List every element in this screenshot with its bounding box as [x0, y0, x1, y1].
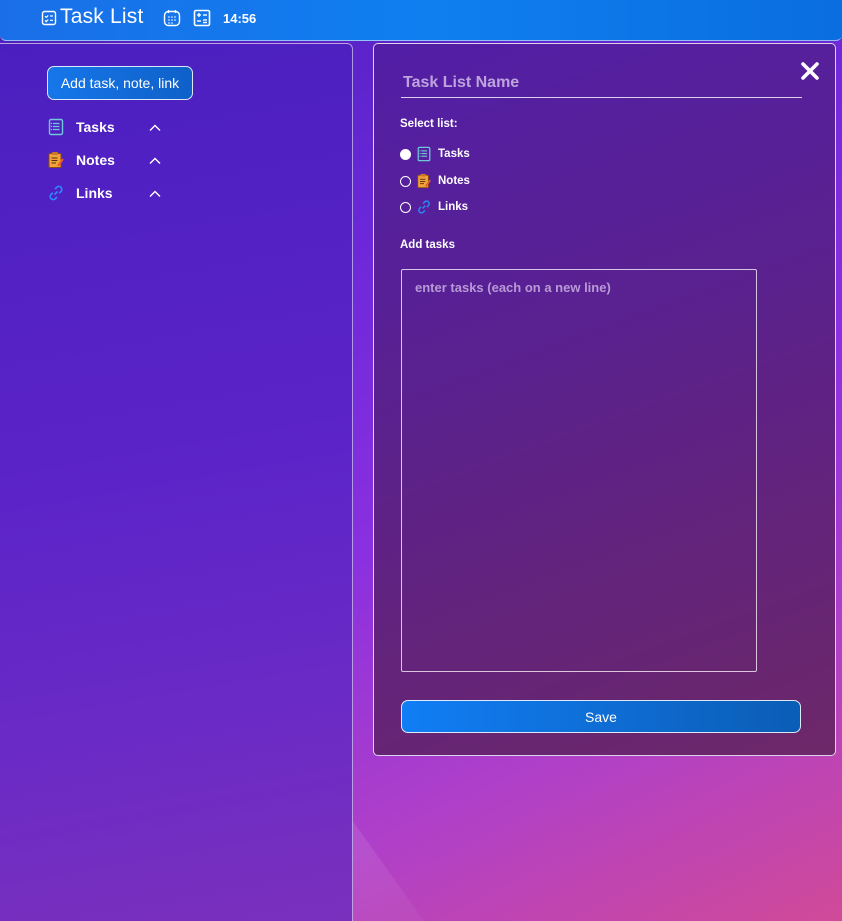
chevron-up-icon[interactable] — [148, 153, 162, 167]
sidebar: Add task, note, link Tasks Notes Links — [0, 43, 353, 921]
tasks-icon — [416, 146, 432, 162]
sidebar-item-tasks[interactable]: Tasks — [47, 116, 167, 138]
sidebar-item-links[interactable]: Links — [47, 182, 167, 204]
task-list-icon — [41, 10, 57, 26]
top-bar: Task List 14:56 — [0, 0, 842, 41]
add-item-button[interactable]: Add task, note, link — [47, 66, 193, 100]
radio-option-notes[interactable]: Notes — [400, 171, 470, 191]
calculator-icon[interactable] — [193, 9, 211, 27]
notes-icon — [416, 173, 432, 189]
save-button[interactable]: Save — [401, 700, 801, 733]
radio-button[interactable] — [400, 201, 411, 213]
radio-button[interactable] — [400, 148, 411, 160]
radio-label: Links — [438, 201, 469, 213]
radio-label: Notes — [438, 175, 470, 187]
app-title: Task List — [60, 5, 144, 28]
close-icon[interactable] — [799, 60, 821, 82]
sidebar-item-label: Notes — [76, 152, 115, 168]
background-shape — [352, 820, 424, 921]
tasks-icon — [47, 118, 65, 136]
radio-button[interactable] — [400, 175, 411, 187]
list-name-input[interactable] — [401, 68, 802, 98]
radio-option-links[interactable]: Links — [400, 197, 468, 217]
sidebar-item-label: Links — [76, 185, 113, 201]
radio-label: Tasks — [438, 148, 470, 160]
sidebar-item-notes[interactable]: Notes — [47, 149, 167, 171]
notes-icon — [47, 151, 65, 169]
sidebar-item-label: Tasks — [76, 119, 115, 135]
links-icon — [47, 184, 65, 202]
chevron-up-icon[interactable] — [148, 120, 162, 134]
links-icon — [416, 199, 432, 215]
clock: 14:56 — [223, 11, 257, 26]
calendar-icon[interactable] — [163, 9, 181, 27]
chevron-up-icon[interactable] — [148, 186, 162, 200]
select-list-label: Select list: — [400, 118, 458, 130]
add-tasks-label: Add tasks — [400, 239, 455, 251]
tasks-textarea[interactable] — [401, 269, 757, 672]
new-list-panel: Select list: Tasks Notes — [373, 43, 836, 756]
radio-option-tasks[interactable]: Tasks — [400, 144, 470, 164]
